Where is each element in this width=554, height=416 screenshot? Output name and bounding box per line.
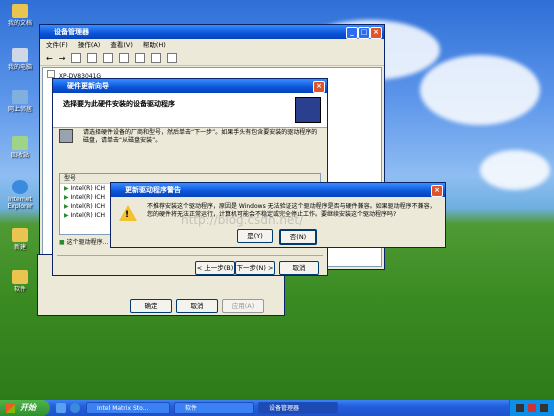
warning-shield-icon: ■ bbox=[59, 239, 67, 246]
signed-note: ■ 这个驱动程序... bbox=[59, 239, 109, 246]
network-icon bbox=[12, 90, 28, 104]
maximize-button[interactable]: □ bbox=[358, 27, 370, 39]
folder-icon bbox=[12, 270, 28, 284]
desktop-icon-internet-explorer[interactable]: Internet Explorer bbox=[0, 180, 40, 210]
yes-button[interactable]: 是(Y) bbox=[237, 229, 273, 243]
wizard-titlebar[interactable]: 硬件更新向导 × bbox=[53, 79, 327, 93]
device-manager-titlebar[interactable]: 设备管理器 _ □ × bbox=[40, 25, 384, 39]
desktop-icon-label: Internet Explorer bbox=[7, 196, 33, 210]
desktop-icon-my-documents[interactable]: 我的文档 bbox=[0, 4, 40, 27]
warning-titlebar[interactable]: 更新驱动程序警告 × bbox=[111, 183, 445, 197]
menu-file[interactable]: 文件(F) bbox=[46, 39, 68, 51]
cancel-button[interactable]: 取消 bbox=[279, 261, 319, 275]
close-button[interactable]: × bbox=[313, 81, 325, 93]
wizard-instruction: 请选择硬件设备的厂商和型号，然后单击“下一步”。如果手头有包含要安装的驱动程序的… bbox=[83, 129, 318, 144]
tray-app-icon[interactable] bbox=[528, 404, 536, 412]
toolbar: ← → bbox=[40, 51, 384, 66]
quick-launch-ie-icon[interactable] bbox=[70, 403, 80, 413]
window-title: 设备管理器 bbox=[54, 28, 89, 36]
system-tray bbox=[509, 400, 554, 416]
scan-icon[interactable] bbox=[135, 53, 146, 63]
folder-icon bbox=[12, 4, 28, 18]
uninstall-icon[interactable] bbox=[167, 53, 178, 63]
desktop-icon-label: 我的文档 bbox=[7, 20, 32, 27]
desktop-icon-label: 软件 bbox=[13, 286, 26, 293]
desktop-icon-my-computer[interactable]: 我的电脑 bbox=[0, 48, 40, 71]
desktop-icon-label: 网上邻居 bbox=[7, 106, 32, 113]
taskbar-item[interactable]: Intel Matrix Sto... bbox=[86, 402, 170, 414]
menu-view[interactable]: 查看(V) bbox=[110, 39, 133, 51]
taskbar-item[interactable]: 设备管理器 bbox=[258, 402, 338, 414]
menu-action[interactable]: 操作(A) bbox=[78, 39, 101, 51]
update-icon[interactable] bbox=[151, 53, 162, 63]
menu-bar: 文件(F) 操作(A) 查看(V) 帮助(H) bbox=[40, 39, 384, 51]
tray-app-icon[interactable] bbox=[540, 404, 548, 412]
back-arrow-icon[interactable]: ← bbox=[46, 54, 53, 63]
window-title: 硬件更新向导 bbox=[67, 82, 109, 90]
print-icon[interactable] bbox=[103, 53, 114, 63]
desktop-icon-new-folder[interactable]: 新建 bbox=[0, 228, 40, 251]
view-icon[interactable] bbox=[71, 53, 82, 63]
cloud bbox=[420, 55, 540, 125]
close-button[interactable]: × bbox=[431, 185, 443, 197]
computer-icon bbox=[12, 48, 28, 62]
ok-button[interactable]: 确定 bbox=[130, 299, 172, 313]
desktop-icon-network[interactable]: 网上邻居 bbox=[0, 90, 40, 113]
window-title: 更新驱动程序警告 bbox=[125, 186, 181, 194]
windows-logo-icon bbox=[6, 404, 15, 413]
wizard-hardware-icon bbox=[295, 97, 321, 123]
collapse-icon[interactable] bbox=[47, 70, 55, 78]
quick-launch-desktop-icon[interactable] bbox=[56, 403, 66, 413]
menu-help[interactable]: 帮助(H) bbox=[143, 39, 166, 51]
properties-icon[interactable] bbox=[87, 53, 98, 63]
cloud bbox=[480, 150, 550, 190]
warning-icon-mark: ! bbox=[125, 210, 130, 220]
tray-app-icon[interactable] bbox=[516, 404, 524, 412]
desktop-icon-label: 新建 bbox=[13, 244, 26, 251]
desktop-icon-software[interactable]: 软件 bbox=[0, 270, 40, 293]
taskbar-item[interactable]: 软件 bbox=[174, 402, 254, 414]
desktop-icon-label: 回收站 bbox=[10, 152, 29, 159]
desktop-icon-recycle-bin[interactable]: 回收站 bbox=[0, 136, 40, 159]
driver-warning-dialog: 更新驱动程序警告 × ! 不推荐安装这个驱动程序，原因是 Windows 无法验… bbox=[110, 182, 446, 248]
taskbar: 开始 Intel Matrix Sto... 软件 设备管理器 bbox=[0, 400, 554, 416]
internet-explorer-icon bbox=[12, 180, 28, 194]
next-button[interactable]: 下一步(N) > bbox=[235, 261, 275, 275]
wizard-header: 选择要为此硬件安装的设备驱动程序 bbox=[53, 93, 327, 128]
forward-arrow-icon[interactable]: → bbox=[59, 54, 66, 63]
folder-icon bbox=[12, 228, 28, 242]
divider bbox=[57, 255, 323, 256]
apply-button[interactable]: 应用(A) bbox=[222, 299, 264, 313]
back-button[interactable]: < 上一步(B) bbox=[195, 261, 235, 275]
wizard-heading: 选择要为此硬件安装的设备驱动程序 bbox=[63, 100, 175, 108]
no-button[interactable]: 否(N) bbox=[279, 229, 317, 245]
close-button[interactable]: × bbox=[370, 27, 382, 39]
cancel-button[interactable]: 取消 bbox=[176, 299, 218, 313]
recycle-bin-icon bbox=[12, 136, 28, 150]
desktop-icon-label: 我的电脑 bbox=[7, 64, 32, 71]
help-icon[interactable] bbox=[119, 53, 130, 63]
watermark: http://blog.csdn.net/ bbox=[181, 213, 304, 227]
start-button[interactable]: 开始 bbox=[0, 400, 50, 416]
minimize-button[interactable]: _ bbox=[346, 27, 358, 39]
device-icon bbox=[59, 129, 73, 143]
